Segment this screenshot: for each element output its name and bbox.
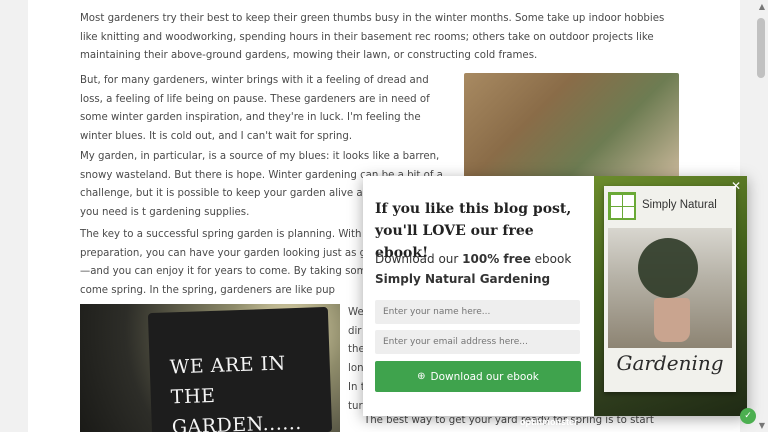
cover-script-title: Gardening [616, 351, 724, 375]
logo-square [611, 195, 622, 206]
ebook-cover-panel: Simply Natural Gardening ✕ [594, 176, 747, 416]
close-icon[interactable]: ✕ [729, 179, 743, 193]
download-button-label: Download our ebook [430, 370, 539, 383]
garden-sign-text: WE ARE IN THE GARDEN...... [169, 352, 303, 432]
plant-image [638, 238, 698, 298]
download-ebook-button[interactable]: ⊕ Download our ebook [375, 361, 581, 392]
popup-sub-suffix: ebook [530, 252, 572, 266]
logo-square [623, 195, 634, 206]
chalkboard-sign: WE ARE IN THE GARDEN...... [147, 306, 333, 432]
name-input[interactable] [375, 300, 580, 324]
cover-photo [608, 228, 732, 348]
popup-form-panel: If you like this blog post, you'll LOVE … [363, 176, 594, 416]
scroll-down-arrow-icon[interactable]: ▼ [759, 421, 765, 430]
popup-subheading: Download our 100% free ebook Simply Natu… [375, 249, 590, 289]
popup-ebook-title: Simply Natural Gardening [375, 272, 551, 286]
page-scrollbar[interactable]: ▲ ▼ [754, 0, 768, 432]
brand-logo-icon [608, 192, 636, 220]
optinmonster-badge-icon[interactable]: ✓ [740, 408, 756, 424]
popup-sub-bold: 100% free [462, 252, 531, 266]
download-circle-icon: ⊕ [417, 371, 426, 382]
seedling-trays-image [464, 73, 679, 178]
cover-brand-name: Simply Natural [642, 199, 717, 211]
pot-image [654, 298, 690, 342]
powered-by-label[interactable]: optinmonster [520, 417, 578, 427]
article-paragraph-2: But, for many gardeners, winter brings w… [80, 75, 430, 142]
article-paragraph-1: Most gardeners try their best to keep th… [80, 13, 665, 61]
email-input[interactable] [375, 330, 580, 354]
logo-square [611, 207, 622, 218]
ebook-optin-popup: If you like this blog post, you'll LOVE … [363, 176, 747, 416]
scroll-up-arrow-icon[interactable]: ▲ [759, 2, 765, 11]
scroll-thumb[interactable] [757, 18, 765, 78]
garden-sign-image: WE ARE IN THE GARDEN...... [80, 304, 340, 432]
ebook-cover: Simply Natural Gardening [604, 186, 736, 392]
popup-sub-prefix: Download our [375, 252, 463, 266]
logo-square [623, 207, 634, 218]
